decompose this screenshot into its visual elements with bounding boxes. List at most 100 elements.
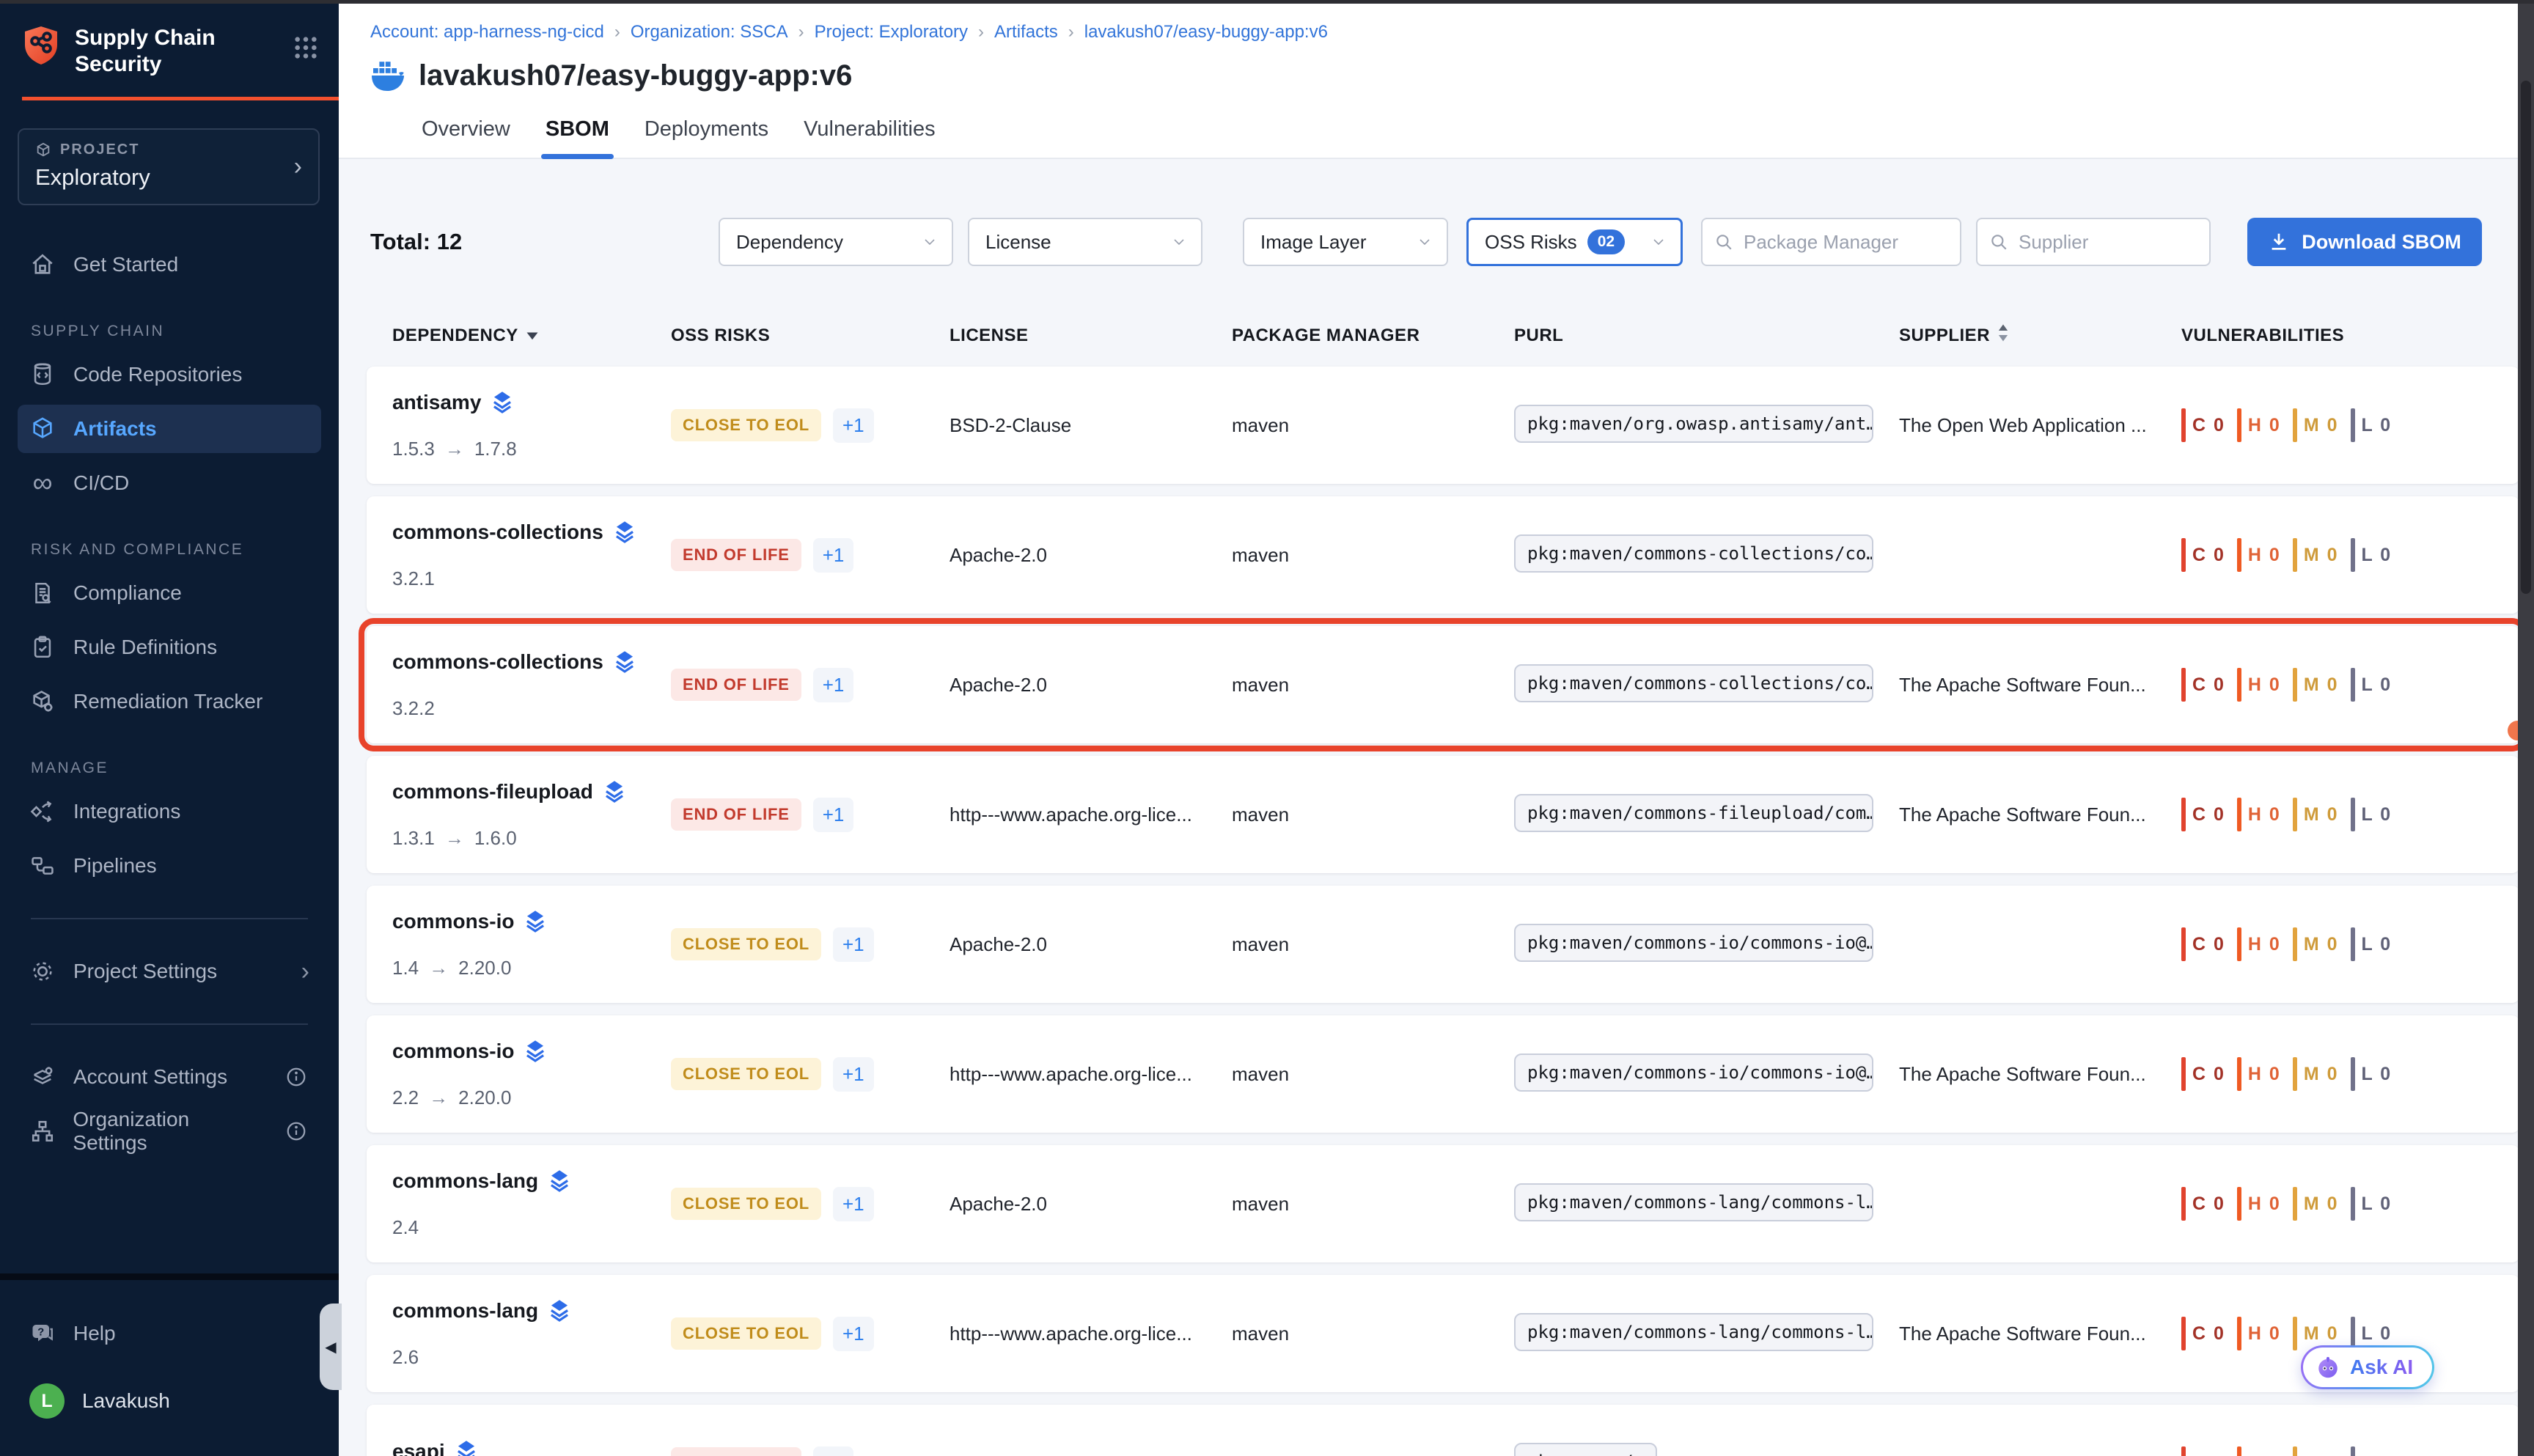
severity-bar-icon bbox=[2351, 798, 2355, 831]
severity-bar-icon bbox=[2181, 1187, 2186, 1221]
severity-count: H 0 bbox=[2248, 1453, 2281, 1456]
scrollbar-thumb[interactable] bbox=[2521, 81, 2531, 594]
search-input[interactable] bbox=[2017, 230, 2197, 254]
risk-extra-badge[interactable]: +1 bbox=[833, 408, 874, 443]
severity-count: L 0 bbox=[2362, 934, 2392, 955]
sidebar-item-compliance[interactable]: Compliance bbox=[18, 569, 321, 617]
filter-dropdown-dependency[interactable]: Dependency bbox=[719, 218, 953, 266]
purl-value[interactable]: pkg:maven/commons-lang/commons-l… bbox=[1514, 1313, 1873, 1351]
info-icon[interactable] bbox=[284, 1118, 309, 1144]
severity-bar-icon bbox=[2181, 1317, 2186, 1350]
risk-badge: CLOSE TO EOL bbox=[671, 928, 821, 960]
table-row[interactable]: antisamy 1.5.3→1.7.8 CLOSE TO EOL +1 BSD… bbox=[367, 367, 2519, 484]
column-label: PURL bbox=[1514, 326, 1563, 346]
risk-extra-badge[interactable]: +1 bbox=[833, 1317, 874, 1351]
table-row[interactable]: esapi → END OF LIFE +1 BSD-Creative Comm… bbox=[367, 1405, 2519, 1456]
table-row[interactable]: commons-collections 3.2.1→ END OF LIFE +… bbox=[367, 496, 2519, 614]
sidebar-item-pipelines[interactable]: Pipelines bbox=[18, 842, 321, 890]
dependency-cell: commons-fileupload 1.3.1→1.6.0 bbox=[392, 780, 671, 850]
purl-cell: pkg:maven/commons-io/commons-io@… bbox=[1514, 924, 1899, 966]
table-row[interactable]: commons-io 1.4→2.20.0 CLOSE TO EOL +1 Ap… bbox=[367, 886, 2519, 1003]
license-cell: BSD-Creative Commons-A… bbox=[950, 1452, 1232, 1456]
severity-bar-icon bbox=[2351, 1057, 2355, 1091]
severity-count: C 0 bbox=[2192, 1453, 2225, 1456]
sidebar-item-label: Rule Definitions bbox=[73, 636, 217, 659]
dependency-version: 1.5.3→1.7.8 bbox=[392, 438, 671, 460]
oss-risk-cell: CLOSE TO EOL +1 bbox=[671, 1317, 950, 1351]
column-header-vulnerabilities[interactable]: VULNERABILITIES bbox=[2181, 326, 2519, 346]
info-icon[interactable] bbox=[283, 1064, 309, 1090]
breadcrumb-link[interactable]: Project: Exploratory bbox=[815, 22, 968, 43]
sidebar-item-remediation-tracker[interactable]: Remediation Tracker bbox=[18, 677, 321, 726]
table-row[interactable]: commons-collections 3.2.2→ END OF LIFE +… bbox=[367, 626, 2519, 743]
search-input[interactable] bbox=[1742, 230, 1948, 254]
purl-value[interactable]: pkg:maven/… bbox=[1514, 1443, 1657, 1456]
download-sbom-button[interactable]: Download SBOM bbox=[2247, 218, 2482, 266]
purl-value[interactable]: pkg:maven/commons-io/commons-io@… bbox=[1514, 924, 1873, 962]
sidebar-item-get-started[interactable]: Get Started bbox=[18, 240, 321, 289]
risk-extra-badge[interactable]: +1 bbox=[813, 668, 854, 702]
sidebar-item-account-settings[interactable]: Account Settings bbox=[18, 1053, 321, 1101]
purl-value[interactable]: pkg:maven/org.owasp.antisamy/ant… bbox=[1514, 405, 1873, 443]
purl-value[interactable]: pkg:maven/commons-collections/co… bbox=[1514, 664, 1873, 702]
sidebar-section: RISK AND COMPLIANCE Compliance Rule Defi… bbox=[18, 541, 321, 726]
table-row[interactable]: commons-io 2.2→2.20.0 CLOSE TO EOL +1 ht… bbox=[367, 1015, 2519, 1133]
breadcrumb-link[interactable]: lavakush07/easy-buggy-app:v6 bbox=[1084, 22, 1328, 43]
risk-badge: END OF LIFE bbox=[671, 539, 801, 571]
filter-dropdown-license[interactable]: License bbox=[968, 218, 1202, 266]
column-header-purl[interactable]: PURL bbox=[1514, 326, 1899, 346]
oss-risk-cell: CLOSE TO EOL +1 bbox=[671, 1057, 950, 1092]
table-row[interactable]: commons-fileupload 1.3.1→1.6.0 END OF LI… bbox=[367, 756, 2519, 873]
table-row[interactable]: commons-lang 2.6→ CLOSE TO EOL +1 http--… bbox=[367, 1275, 2519, 1392]
breadcrumb-link[interactable]: Organization: SSCA bbox=[631, 22, 788, 43]
sidebar-item-ci-cd[interactable]: ∞ CI/CD bbox=[18, 459, 321, 507]
scrollbar[interactable] bbox=[2518, 0, 2534, 1456]
column-header-package-manager[interactable]: PACKAGE MANAGER bbox=[1232, 326, 1514, 346]
severity-bar-icon bbox=[2181, 538, 2186, 572]
risk-extra-badge[interactable]: +1 bbox=[833, 927, 874, 962]
sidebar-item-integrations[interactable]: Integrations bbox=[18, 787, 321, 836]
dependency-name: commons-lang bbox=[392, 1299, 538, 1323]
risk-extra-badge[interactable]: +1 bbox=[813, 798, 854, 832]
tab-sbom[interactable]: SBOM bbox=[546, 117, 609, 158]
tab-overview[interactable]: Overview bbox=[422, 117, 510, 158]
risk-extra-badge[interactable]: +1 bbox=[813, 1446, 854, 1456]
breadcrumb-link[interactable]: Artifacts bbox=[994, 22, 1058, 43]
risk-extra-badge[interactable]: +1 bbox=[833, 1187, 874, 1221]
sidebar-collapse-handle[interactable]: ◀ bbox=[320, 1304, 342, 1390]
column-header-oss-risks[interactable]: OSS RISKS bbox=[671, 326, 950, 346]
table-row[interactable]: commons-lang 2.4→ CLOSE TO EOL +1 Apache… bbox=[367, 1145, 2519, 1262]
sidebar-item-project-settings[interactable]: Project Settings › bbox=[18, 947, 321, 996]
sidebar-item-rule-definitions[interactable]: Rule Definitions bbox=[18, 623, 321, 672]
breadcrumb-link[interactable]: Account: app-harness-ng-cicd bbox=[370, 22, 604, 43]
sidebar-item-organization-settings[interactable]: Organization Settings bbox=[18, 1107, 321, 1155]
user-menu[interactable]: L Lavakush bbox=[18, 1377, 321, 1425]
risk-extra-badge[interactable]: +1 bbox=[833, 1057, 874, 1092]
column-header-dependency[interactable]: DEPENDENCY bbox=[392, 326, 671, 346]
severity-bar-icon bbox=[2293, 538, 2297, 572]
dependency-cell: commons-collections 3.2.1→ bbox=[392, 521, 671, 590]
dependency-name: commons-collections bbox=[392, 650, 603, 674]
sidebar-item-help[interactable]: ? Help bbox=[18, 1309, 321, 1358]
risk-extra-badge[interactable]: +1 bbox=[813, 538, 854, 573]
purl-value[interactable]: pkg:maven/commons-fileupload/com… bbox=[1514, 794, 1873, 832]
module-switcher-icon[interactable] bbox=[293, 35, 318, 60]
sidebar-item-code-repositories[interactable]: Code Repositories bbox=[18, 350, 321, 399]
severity-count: L 0 bbox=[2362, 674, 2392, 696]
tab-vulnerabilities[interactable]: Vulnerabilities bbox=[804, 117, 935, 158]
purl-value[interactable]: pkg:maven/commons-lang/commons-l… bbox=[1514, 1183, 1873, 1221]
filter-dropdown-oss-risks[interactable]: OSS Risks02 bbox=[1466, 218, 1683, 266]
purl-value[interactable]: pkg:maven/commons-io/commons-io@… bbox=[1514, 1054, 1873, 1092]
clipboard-check-icon bbox=[29, 634, 56, 661]
filter-dropdown-image-layer[interactable]: Image Layer bbox=[1243, 218, 1448, 266]
column-header-supplier[interactable]: SUPPLIER bbox=[1899, 323, 2181, 348]
ask-ai-button[interactable]: Ask AI bbox=[2301, 1345, 2434, 1389]
tab-deployments[interactable]: Deployments bbox=[644, 117, 768, 158]
sidebar-item-label: Get Started bbox=[73, 253, 178, 276]
column-header-license[interactable]: LICENSE bbox=[950, 326, 1232, 346]
purl-value[interactable]: pkg:maven/commons-collections/co… bbox=[1514, 534, 1873, 573]
sidebar-item-artifacts[interactable]: Artifacts bbox=[18, 405, 321, 453]
severity-count: C 0 bbox=[2192, 1064, 2225, 1085]
severity-count: M 0 bbox=[2304, 1323, 2339, 1345]
project-selector[interactable]: PROJECT Exploratory › bbox=[18, 128, 320, 205]
